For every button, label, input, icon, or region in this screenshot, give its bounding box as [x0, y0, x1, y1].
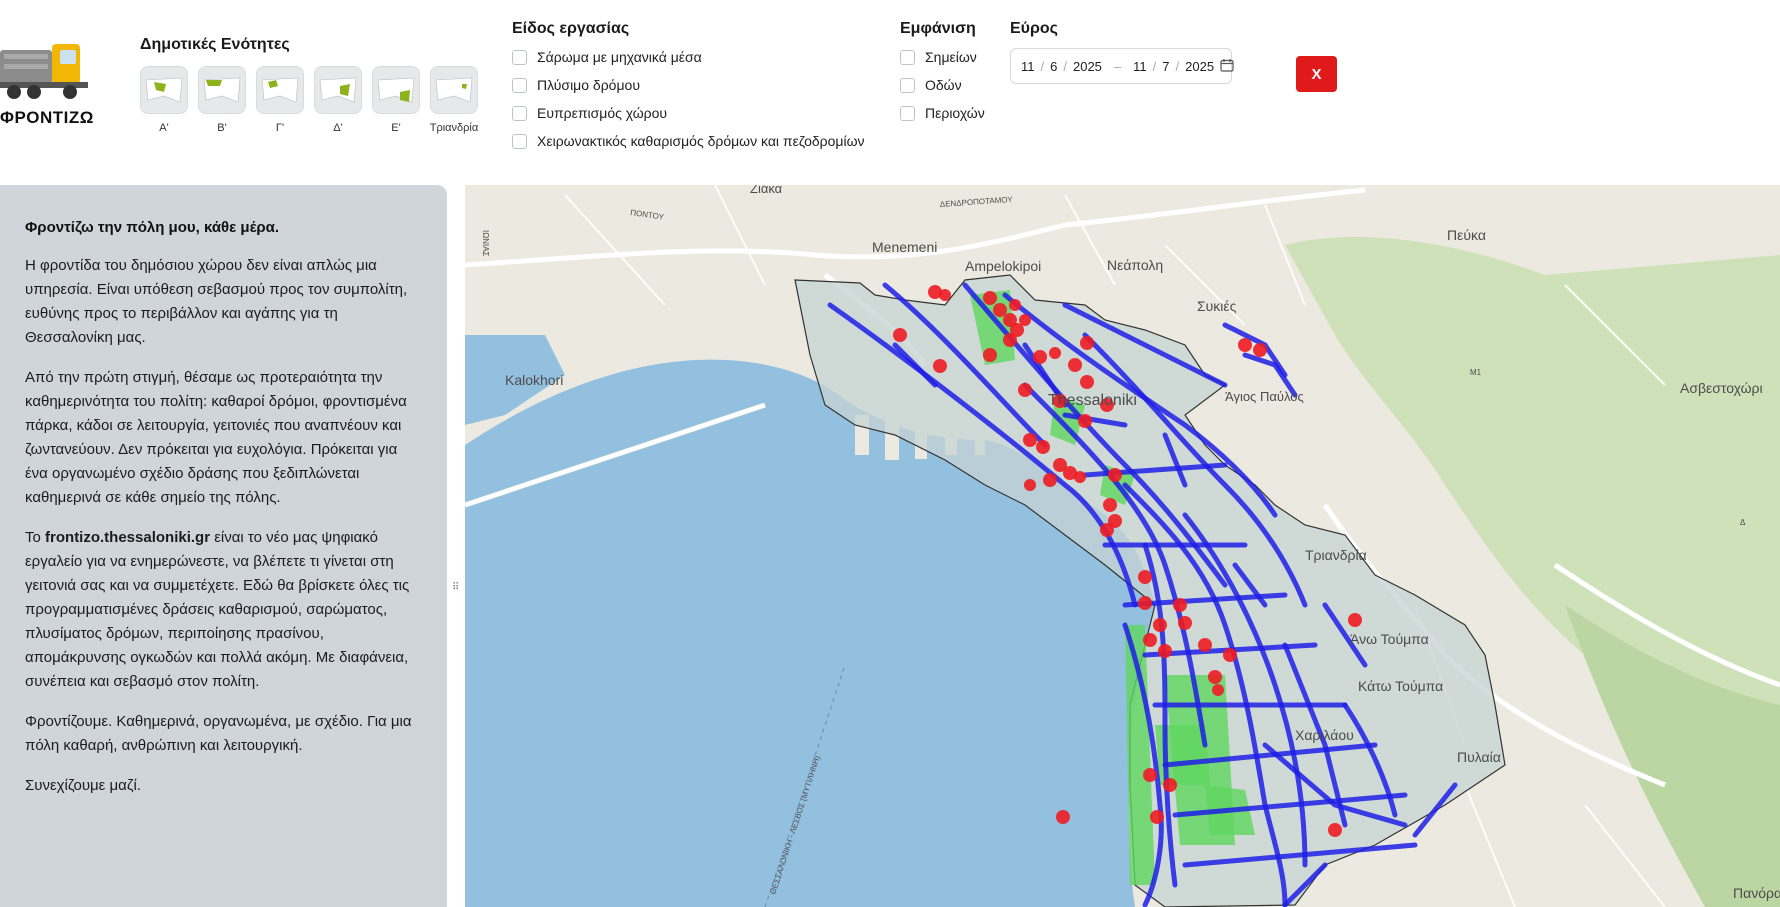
map-label-ziaka: Ζιάκα	[750, 185, 783, 196]
checkbox-box[interactable]	[512, 77, 527, 93]
p3-rest: είναι το νέο μας ψηφιακό εργαλείο για να…	[25, 529, 410, 690]
work-type-manual-cleaning-checkbox[interactable]: Χειρωνακτικός καθαρισμός δρόμων και πεζο…	[512, 132, 865, 150]
clear-filters-button[interactable]: X	[1296, 56, 1337, 92]
checkbox-box[interactable]	[900, 105, 915, 121]
panel-paragraph-5: Συνεχίζουμε μαζί.	[25, 777, 141, 794]
unit-e-map-icon	[372, 66, 420, 114]
map-label-thessaloniki: Thessaloniki	[1048, 392, 1137, 409]
map-label-panorama: Πανόρα	[1733, 885, 1780, 901]
map-label-agios-pavlos: Άγιος Παύλος	[1225, 389, 1304, 404]
checkbox-box[interactable]	[900, 77, 915, 93]
checkbox-label: Σημείων	[925, 49, 977, 65]
unit-a-button[interactable]: Α'	[140, 66, 188, 134]
map-label-charilaou: Χαριλάου	[1295, 727, 1354, 743]
unit-triandria-map-icon	[430, 66, 478, 114]
display-points-checkbox[interactable]: Σημείων	[900, 48, 985, 66]
map-label-neapoli: Νεάπολη	[1107, 257, 1163, 273]
info-panel: Φροντίζω την πόλη μου, κάθε μέρα. Η φρον…	[0, 185, 447, 907]
unit-e-button[interactable]: Ε'	[372, 66, 420, 134]
map-label-ano-toumpa: Άνω Τούμπα	[1350, 631, 1429, 647]
checkbox-label: Οδών	[925, 77, 962, 93]
from-month[interactable]: 6	[1050, 59, 1057, 74]
unit-b-label: Β'	[217, 122, 227, 134]
range-title: Εύρος	[1010, 20, 1058, 37]
display-streets-checkbox[interactable]: Οδών	[900, 76, 985, 94]
unit-a-label: Α'	[159, 122, 169, 134]
unit-d-label: Δ'	[333, 122, 343, 134]
panel-paragraph-1: Η φροντίδα του δημόσιου χώρου δεν είναι …	[25, 257, 408, 346]
unit-b-button[interactable]: Β'	[198, 66, 246, 134]
unit-triandria-label: Τριανδρία	[429, 122, 479, 134]
map[interactable]: Ζιάκα ΠΟΝΤΟΥ ΔΕΝΔΡΟΠΟΤΑΜΟΥ ΙΩΝΙΑΣ Meneme…	[465, 185, 1780, 907]
to-month[interactable]: 7	[1162, 59, 1169, 74]
checkbox-box[interactable]	[900, 49, 915, 65]
map-label-m1: Μ1	[1470, 368, 1482, 377]
site-link[interactable]: frontizo.thessaloniki.gr	[45, 529, 210, 546]
display-options: Σημείων Οδών Περιοχών	[900, 48, 985, 122]
to-year[interactable]: 2025	[1185, 59, 1214, 74]
checkbox-label: Πλύσιμο δρόμου	[537, 77, 640, 93]
checkbox-label: Σάρωμα με μηχανικά μέσα	[537, 49, 702, 65]
map-label-peuka: Πεύκα	[1447, 227, 1486, 243]
header: ΦΡΟΝΤΙΖΩ Δημοτικές Ενότητες Α' Β' Γ' Δ'	[0, 0, 1780, 185]
logo[interactable]: ΦΡΟΝΤΙΖΩ	[0, 36, 100, 127]
unit-triandria-button[interactable]: Τριανδρία	[430, 66, 478, 134]
work-type-sweeping-checkbox[interactable]: Σάρωμα με μηχανικά μέσα	[512, 48, 865, 66]
display-areas-checkbox[interactable]: Περιοχών	[900, 104, 985, 122]
date-range-input[interactable]: 11/ 6/ 2025 – 11/ 7/ 2025	[1010, 48, 1234, 84]
map-canvas[interactable]: Ζιάκα ΠΟΝΤΟΥ ΔΕΝΔΡΟΠΟΤΑΜΟΥ ΙΩΝΙΑΣ Meneme…	[465, 185, 1780, 907]
unit-a-map-icon	[140, 66, 188, 114]
panel-resize-handle-icon[interactable]: ⠿	[452, 582, 459, 593]
checkbox-label: Χειρωνακτικός καθαρισμός δρόμων και πεζο…	[537, 133, 865, 149]
map-label-triandria: Τριανδρία	[1305, 547, 1367, 563]
unit-selector: Α' Β' Γ' Δ' Ε' Τριανδρία	[140, 66, 478, 134]
to-day[interactable]: 11	[1133, 59, 1147, 74]
unit-c-button[interactable]: Γ'	[256, 66, 304, 134]
calendar-icon[interactable]	[1220, 58, 1234, 75]
garbage-truck-icon	[0, 44, 88, 99]
checkbox-label: Ευπρεπισμός χώρου	[537, 105, 668, 121]
map-label-ionias: ΙΩΝΙΑΣ	[481, 230, 490, 257]
map-label-menemeni: Menemeni	[872, 239, 937, 255]
work-type-washing-checkbox[interactable]: Πλύσιμο δρόμου	[512, 76, 865, 94]
from-day[interactable]: 11	[1021, 59, 1035, 74]
map-label-ampelokipoi: Ampelokipoi	[965, 258, 1041, 274]
unit-e-label: Ε'	[391, 122, 401, 134]
brand-name: ΦΡΟΝΤΙΖΩ	[0, 108, 94, 127]
work-type-grooming-checkbox[interactable]: Ευπρεπισμός χώρου	[512, 104, 865, 122]
work-type-options: Σάρωμα με μηχανικά μέσα Πλύσιμο δρόμου Ε…	[512, 48, 865, 150]
panel-heading: Φροντίζω την πόλη μου, κάθε μέρα.	[25, 219, 280, 236]
unit-d-map-icon	[314, 66, 362, 114]
map-label-d: Δ	[1740, 518, 1746, 527]
panel-paragraph-2: Από την πρώτη στιγμή, θέσαμε ως προτεραι…	[25, 369, 407, 506]
units-title: Δημοτικές Ενότητες	[140, 36, 290, 53]
unit-c-label: Γ'	[275, 122, 285, 134]
p3-prefix: Το	[25, 529, 46, 546]
unit-b-map-icon	[198, 66, 246, 114]
display-title: Εμφάνιση	[900, 20, 976, 37]
checkbox-box[interactable]	[512, 133, 527, 149]
panel-paragraph-3: Το frontizo.thessaloniki.gr είναι το νέο…	[25, 526, 422, 694]
checkbox-label: Περιοχών	[925, 105, 985, 121]
map-label-sykies: Συκιές	[1197, 298, 1237, 314]
unit-d-button[interactable]: Δ'	[314, 66, 362, 134]
map-label-kato-toumpa: Κάτω Τούμπα	[1358, 678, 1443, 694]
map-label-asvestochori: Ασβεστοχώρι	[1680, 380, 1763, 396]
checkbox-box[interactable]	[512, 105, 527, 121]
map-label-kalokhori: Kalokhori	[505, 372, 563, 388]
map-label-pylaia: Πυλαία	[1457, 749, 1501, 765]
work-type-title: Είδος εργασίας	[512, 20, 630, 37]
unit-c-map-icon	[256, 66, 304, 114]
checkbox-box[interactable]	[512, 49, 527, 65]
from-year[interactable]: 2025	[1073, 59, 1102, 74]
panel-paragraph-4: Φροντίζουμε. Καθημερινά, οργανωμένα, με …	[25, 713, 412, 754]
